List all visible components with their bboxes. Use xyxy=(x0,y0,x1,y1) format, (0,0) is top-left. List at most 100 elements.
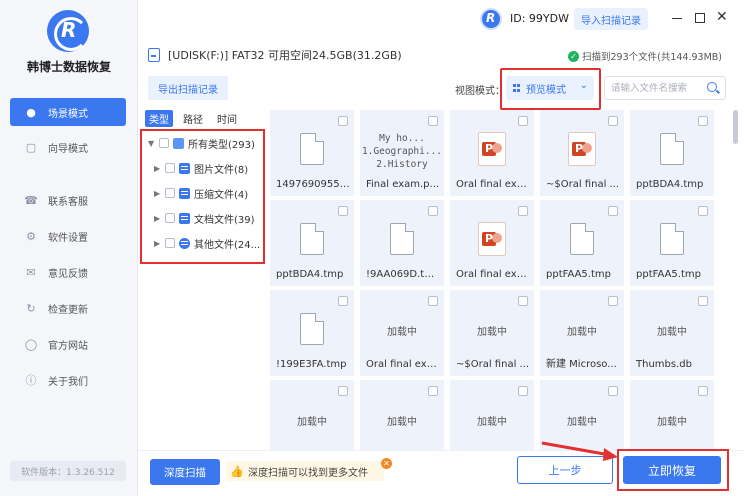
file-tile[interactable]: 加载中 ~$Oral final ... xyxy=(450,290,534,376)
file-name: Oral final exa... xyxy=(366,359,440,370)
deep-scan-button[interactable]: 深度扫描 xyxy=(150,459,220,485)
grid-scrollbar[interactable] xyxy=(733,110,738,144)
deep-scan-tip-text: 深度扫描可以找到更多文件 xyxy=(248,467,368,479)
file-tile[interactable]: My ho... 1.Geographi... 2.History Final exa… xyxy=(360,110,444,196)
text-preview: My ho... 1.Geographi... 2.History xyxy=(360,132,444,171)
file-icon xyxy=(300,313,324,345)
tree-item-archives[interactable]: ▶ 压缩文件(4) xyxy=(154,185,248,201)
nav-scene-label: 场景模式 xyxy=(48,108,88,120)
file-checkbox[interactable] xyxy=(518,206,528,216)
expand-right-icon[interactable]: ▶ xyxy=(154,164,162,173)
nav-scene-mode[interactable]: ● 场景模式 xyxy=(10,98,126,126)
tree-item-documents[interactable]: ▶ 文档文件(39) xyxy=(154,210,255,226)
nav-check-update[interactable]: ↻ 检查更新 xyxy=(10,294,126,322)
drive-info-text: [UDISK(F:)] FAT32 可用空间24.5GB(31.2GB) xyxy=(168,49,402,62)
file-checkbox[interactable] xyxy=(698,206,708,216)
file-name: pptFAA5.tmp xyxy=(546,269,611,280)
file-tile[interactable]: 加载中 xyxy=(450,380,534,450)
file-name: Final exam.p... xyxy=(366,179,440,190)
version-label: 软件版本：1.3.26.512 xyxy=(10,461,126,481)
file-checkbox[interactable] xyxy=(608,296,618,306)
maximize-icon[interactable] xyxy=(695,13,705,23)
file-checkbox[interactable] xyxy=(338,296,348,306)
file-checkbox[interactable] xyxy=(698,386,708,396)
file-tile[interactable]: Oral final exa... xyxy=(450,200,534,286)
file-checkbox[interactable] xyxy=(428,386,438,396)
nav-about[interactable]: ⓘ 关于我们 xyxy=(10,366,126,394)
file-icon xyxy=(660,133,684,165)
file-tile[interactable]: 加载中 xyxy=(630,380,714,450)
import-scan-record-button[interactable]: 导入扫描记录 xyxy=(574,8,648,30)
nav-contact-support[interactable]: ☎ 联系客服 xyxy=(10,186,126,214)
tree-item-images[interactable]: ▶ 图片文件(8) xyxy=(154,160,248,176)
feedback-icon: ✉ xyxy=(26,265,36,279)
file-checkbox[interactable] xyxy=(338,386,348,396)
search-input[interactable] xyxy=(611,81,703,96)
nav-settings[interactable]: ⚙ 软件设置 xyxy=(10,222,126,250)
close-icon[interactable]: ✕ xyxy=(716,9,728,25)
tab-time[interactable]: 时间 xyxy=(213,110,241,127)
nav-wizard-mode[interactable]: ▢ 向导模式 xyxy=(10,133,126,161)
avatar[interactable]: R xyxy=(480,8,502,30)
file-checkbox[interactable] xyxy=(698,296,708,306)
file-tile[interactable]: !199E3FA.tmp xyxy=(270,290,354,376)
file-name: Oral final exa... xyxy=(456,269,530,280)
tree-item-label: 压缩文件(4) xyxy=(194,189,249,201)
view-mode-select[interactable]: 预览模式 ⌄ xyxy=(506,76,594,100)
file-icon xyxy=(300,133,324,165)
file-tile[interactable]: pptFAA5.tmp xyxy=(630,200,714,286)
tip-close-icon[interactable]: ✕ xyxy=(381,458,392,469)
loading-label: 加载中 xyxy=(567,327,597,338)
file-tile[interactable]: Oral final exa... xyxy=(450,110,534,196)
tree-item-checkbox[interactable] xyxy=(165,238,175,248)
nav-website[interactable]: ◯ 官方网站 xyxy=(10,330,126,358)
file-tile[interactable]: pptBDA4.tmp xyxy=(630,110,714,196)
file-checkbox[interactable] xyxy=(428,206,438,216)
chevron-down-icon: ⌄ xyxy=(579,80,588,91)
powerpoint-icon xyxy=(478,132,506,166)
tree-item-checkbox[interactable] xyxy=(165,188,175,198)
recover-now-button[interactable]: 立即恢复 xyxy=(623,456,721,484)
file-tile[interactable]: pptFAA5.tmp xyxy=(540,200,624,286)
file-checkbox[interactable] xyxy=(338,206,348,216)
file-tile[interactable]: 加载中 新建 Microso... xyxy=(540,290,624,376)
file-tile[interactable]: !9AA069D.tmp xyxy=(360,200,444,286)
expand-right-icon[interactable]: ▶ xyxy=(154,214,162,223)
tree-root[interactable]: ▼ 所有类型(293) xyxy=(148,135,255,151)
file-tile[interactable]: 14976909556... xyxy=(270,110,354,196)
minimize-icon[interactable] xyxy=(672,18,682,19)
nav-feedback[interactable]: ✉ 意见反馈 xyxy=(10,258,126,286)
primary-nav: ● 场景模式 ▢ 向导模式 xyxy=(10,98,126,168)
file-checkbox[interactable] xyxy=(338,116,348,126)
file-checkbox[interactable] xyxy=(428,116,438,126)
tree-root-checkbox[interactable] xyxy=(159,138,169,148)
search-icon[interactable] xyxy=(707,82,717,92)
file-tile[interactable]: pptBDA4.tmp xyxy=(270,200,354,286)
tab-type[interactable]: 类型 xyxy=(145,110,173,127)
file-checkbox[interactable] xyxy=(608,116,618,126)
grid-icon xyxy=(513,84,521,92)
tree-item-other[interactable]: ▶ 其他文件(24... xyxy=(154,235,260,251)
expand-down-icon[interactable]: ▼ xyxy=(148,139,156,148)
file-checkbox[interactable] xyxy=(428,296,438,306)
expand-right-icon[interactable]: ▶ xyxy=(154,189,162,198)
file-checkbox[interactable] xyxy=(518,116,528,126)
file-checkbox[interactable] xyxy=(518,296,528,306)
file-tile[interactable]: ~$Oral final ... xyxy=(540,110,624,196)
file-tile[interactable]: 加载中 xyxy=(360,380,444,450)
file-checkbox[interactable] xyxy=(608,386,618,396)
document-icon xyxy=(179,212,190,224)
file-name: pptBDA4.tmp xyxy=(276,269,344,280)
export-scan-record-button[interactable]: 导出扫描记录 xyxy=(148,76,228,100)
file-tile[interactable]: 加载中 Oral final exa... xyxy=(360,290,444,376)
tree-item-checkbox[interactable] xyxy=(165,213,175,223)
expand-right-icon[interactable]: ▶ xyxy=(154,239,162,248)
file-checkbox[interactable] xyxy=(608,206,618,216)
loading-label: 加载中 xyxy=(657,327,687,338)
tab-path[interactable]: 路径 xyxy=(179,110,207,127)
file-tile[interactable]: 加载中 Thumbs.db xyxy=(630,290,714,376)
file-checkbox[interactable] xyxy=(698,116,708,126)
file-tile[interactable]: 加载中 xyxy=(270,380,354,450)
file-checkbox[interactable] xyxy=(518,386,528,396)
tree-item-checkbox[interactable] xyxy=(165,163,175,173)
